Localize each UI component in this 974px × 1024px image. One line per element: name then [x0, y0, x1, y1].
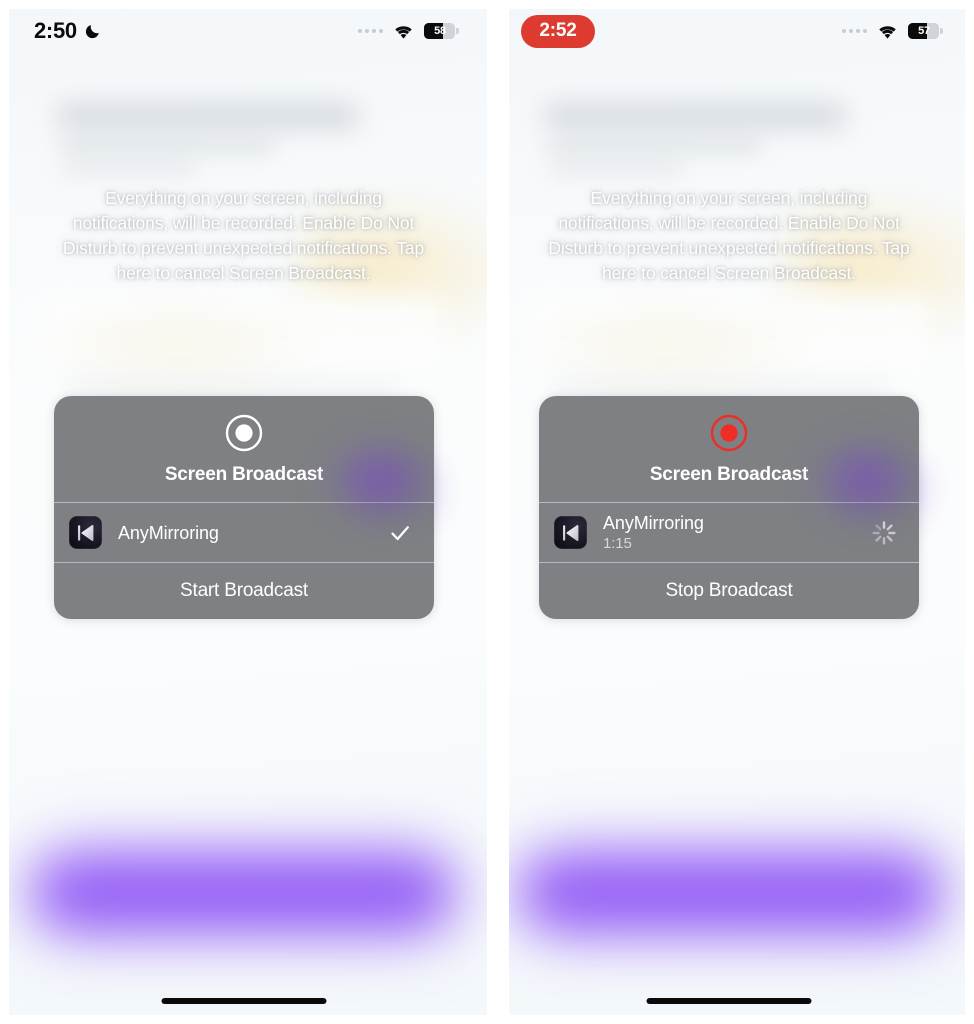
broadcast-app-text-left: AnyMirroring [118, 522, 372, 544]
dialog-header-right: Screen Broadcast [539, 396, 919, 502]
comparison-screenshot: 2:50 58 Everything on your screen, inclu… [0, 0, 974, 1024]
anymirroring-app-icon [554, 516, 587, 549]
battery-icon: 57 [908, 23, 943, 39]
cellular-dots-icon [358, 29, 383, 33]
battery-percent-label: 58 [434, 25, 446, 37]
broadcast-app-text-right: AnyMirroring 1:15 [603, 512, 855, 553]
status-bar-left: 2:50 58 [0, 0, 487, 62]
screen-broadcast-dialog-right: Screen Broadcast AnyMirroring 1:15 Stop … [539, 396, 919, 619]
blurred-heading [58, 104, 358, 128]
broadcast-app-name-right: AnyMirroring [603, 513, 704, 533]
frame-edge-top [0, 0, 974, 9]
home-indicator-right[interactable] [646, 998, 812, 1004]
phone-screenshot-left: 2:50 58 Everything on your screen, inclu… [0, 0, 487, 1024]
frame-edge-left [0, 0, 9, 1024]
dialog-title-left: Screen Broadcast [164, 464, 324, 485]
blurred-subtext-line-1 [60, 140, 275, 152]
broadcast-app-row-left[interactable]: AnyMirroring [54, 503, 434, 562]
broadcast-warning-text-left[interactable]: Everything on your screen, including not… [0, 186, 487, 286]
wifi-icon [395, 25, 412, 39]
broadcast-warning-text-right[interactable]: Everything on your screen, including not… [487, 186, 971, 286]
screenshot-gutter [487, 0, 509, 1024]
blurred-warm-glow-2 [517, 300, 817, 390]
blurred-card [529, 296, 929, 366]
record-circle-icon [225, 414, 263, 452]
screen-broadcast-dialog-left: Screen Broadcast AnyMirroring Start Broa… [54, 396, 434, 619]
start-broadcast-label: Start Broadcast [180, 580, 308, 601]
broadcast-app-row-right[interactable]: AnyMirroring 1:15 [539, 503, 919, 562]
status-bar-right-group: 57 [842, 23, 943, 40]
phone-screen-left: 2:50 58 Everything on your screen, inclu… [0, 0, 487, 1024]
broadcast-elapsed-time: 1:15 [603, 535, 632, 552]
phone-screenshot-right: 2:52 57 Everything on your screen, inclu… [487, 0, 974, 1024]
blurred-purple-button [38, 862, 448, 924]
status-bar-left-group: 2:52 [521, 14, 595, 48]
dialog-title-right: Screen Broadcast [649, 464, 809, 485]
record-circle-icon [710, 414, 748, 452]
cellular-dots-icon [842, 29, 867, 33]
blurred-heading [545, 104, 845, 128]
frame-edge-bottom [0, 1015, 974, 1024]
blurred-subtext-line-2 [62, 163, 197, 174]
frame-edge-right [965, 0, 974, 1024]
recording-time-pill[interactable]: 2:52 [521, 14, 595, 48]
battery-percent-label: 57 [918, 25, 930, 37]
status-bar-clock: 2:50 [34, 18, 77, 43]
stop-broadcast-button[interactable]: Stop Broadcast [539, 563, 919, 619]
blurred-subtext-line-2 [549, 163, 684, 174]
dialog-header-left: Screen Broadcast [54, 396, 434, 502]
wifi-icon [879, 25, 896, 39]
battery-nub [940, 28, 943, 34]
blurred-purple-button [525, 862, 935, 924]
anymirroring-app-icon [69, 516, 102, 549]
activity-spinner-icon [872, 520, 896, 545]
battery-icon: 58 [424, 23, 459, 39]
blurred-subtext-line-1 [547, 140, 762, 152]
broadcast-app-name-left: AnyMirroring [118, 522, 219, 543]
blurred-warm-glow-2 [30, 300, 330, 390]
checkmark-icon [391, 525, 409, 540]
stop-broadcast-label: Stop Broadcast [665, 580, 793, 601]
home-indicator-left[interactable] [161, 998, 326, 1004]
blurred-card [42, 296, 442, 366]
status-bar-right-group: 58 [358, 23, 459, 40]
start-broadcast-button[interactable]: Start Broadcast [54, 563, 434, 619]
battery-nub [456, 28, 459, 34]
status-bar-left-group: 2:50 [34, 18, 101, 44]
phone-screen-right: 2:52 57 Everything on your screen, inclu… [487, 0, 971, 1024]
status-bar-right: 2:52 57 [487, 0, 971, 62]
crescent-moon-icon [85, 24, 99, 38]
